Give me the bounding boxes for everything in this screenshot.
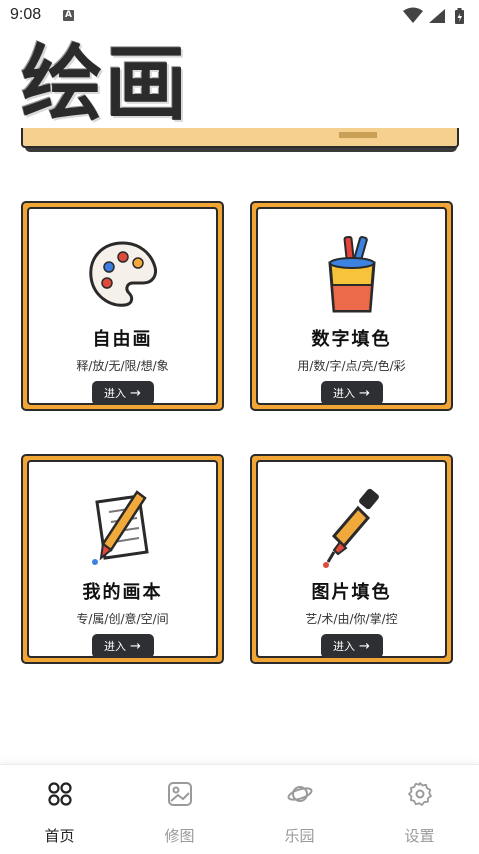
nav-edit[interactable]: 修图 [120, 765, 239, 854]
card-title: 自由画 [92, 329, 153, 350]
arrow-right-icon: → [359, 385, 370, 401]
card-title: 图片填色 [311, 582, 392, 603]
bottom-nav: 首页 修图 乐园 设置 [0, 764, 479, 854]
enter-button[interactable]: 进入 → [320, 381, 383, 405]
nav-label: 首页 [44, 827, 75, 845]
card-body: 图片填色 艺/术/由/你/掌/控 进入 → [256, 460, 447, 658]
card-subtitle: 用/数/字/点/亮/色/彩 [297, 359, 406, 373]
card-free-draw[interactable]: 自由画 释/放/无/限/想/象 进入 → [21, 201, 224, 411]
dropper-icon [322, 488, 379, 568]
nav-label: 乐园 [284, 827, 315, 845]
header-banner: 绘画 [21, 36, 459, 154]
home-grid-icon [47, 782, 72, 806]
enter-label: 进入 [333, 640, 356, 653]
arrow-right-icon: → [359, 638, 370, 654]
wifi-icon [403, 7, 423, 23]
enter-label: 进入 [333, 387, 356, 400]
page-title: 绘画 [21, 36, 190, 132]
pencil-note-icon [91, 490, 149, 565]
enter-label: 进入 [104, 640, 127, 653]
enter-button[interactable]: 进入 → [320, 634, 383, 658]
arrow-right-icon: → [130, 385, 141, 401]
card-subtitle: 释/放/无/限/想/象 [76, 359, 169, 373]
status-time: 9:08 [10, 6, 42, 23]
image-icon [167, 782, 192, 806]
card-number-fill[interactable]: 数字填色 用/数/字/点/亮/色/彩 进入 → [250, 201, 453, 411]
gear-icon [407, 782, 432, 806]
status-bar: 9:08 A [0, 0, 479, 32]
nav-label: 设置 [404, 827, 435, 845]
banner-tab [339, 132, 377, 138]
card-picture-fill[interactable]: 图片填色 艺/术/由/你/掌/控 进入 → [250, 454, 453, 664]
arrow-right-icon: → [130, 638, 141, 654]
nav-settings[interactable]: 设置 [360, 765, 479, 854]
card-body: 我的画本 专/属/创/意/空/间 进入 → [27, 460, 218, 658]
paint-bucket-icon [327, 235, 376, 313]
card-subtitle: 专/属/创/意/空/间 [76, 612, 169, 626]
card-body: 自由画 释/放/无/限/想/象 进入 → [27, 207, 218, 405]
enter-button[interactable]: 进入 → [91, 634, 154, 658]
status-icons [403, 7, 464, 24]
enter-label: 进入 [104, 387, 127, 400]
battery-icon [455, 8, 464, 24]
palette-icon [88, 241, 157, 307]
card-my-drawbook[interactable]: 我的画本 专/属/创/意/空/间 进入 → [21, 454, 224, 664]
enter-button[interactable]: 进入 → [91, 381, 154, 405]
card-title: 数字填色 [311, 329, 392, 350]
nav-home[interactable]: 首页 [0, 765, 119, 854]
nav-playground[interactable]: 乐园 [240, 765, 359, 854]
card-body: 数字填色 用/数/字/点/亮/色/彩 进入 → [256, 207, 447, 405]
card-title: 我的画本 [82, 582, 163, 603]
signal-icon [429, 9, 445, 23]
card-subtitle: 艺/术/由/你/掌/控 [305, 612, 398, 626]
planet-icon [287, 786, 312, 802]
nav-label: 修图 [164, 827, 195, 845]
notification-icon: A [63, 10, 74, 21]
